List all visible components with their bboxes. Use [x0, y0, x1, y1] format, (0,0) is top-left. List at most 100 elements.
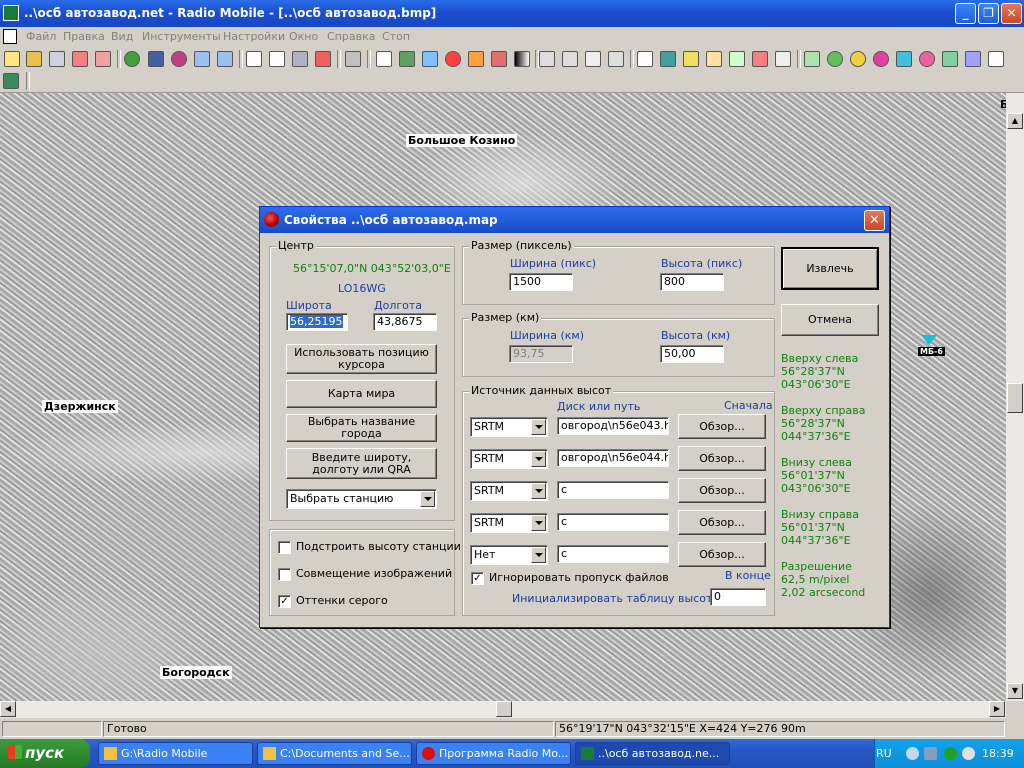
table-icon[interactable] [637, 51, 653, 67]
use-cursor-position-button[interactable]: Использовать позицию курсора [286, 344, 437, 374]
link-icon[interactable] [919, 51, 935, 67]
elevation-path-input-2[interactable]: овгород\n56e044.hgt [557, 449, 669, 467]
width-km-input[interactable]: 93,75 [509, 345, 573, 363]
landscape-icon[interactable] [422, 51, 438, 67]
dots-icon[interactable] [729, 51, 745, 67]
frame-icon[interactable] [562, 51, 578, 67]
station-marker[interactable]: МБ-6 [918, 335, 945, 356]
polar-icon[interactable] [850, 51, 866, 67]
network-tray-icon[interactable] [924, 747, 937, 760]
horizontal-scroll-thumb[interactable] [496, 701, 512, 717]
elevation-path-input-1[interactable]: овгород\n56e043.hgt [557, 417, 669, 435]
latitude-input[interactable]: 56,25195 [286, 313, 348, 331]
grid-icon[interactable] [585, 51, 601, 67]
person-icon[interactable] [683, 51, 699, 67]
scroll-right-icon[interactable]: ▶ [989, 701, 1005, 717]
cross-icon[interactable] [775, 51, 791, 67]
world-map-button[interactable]: Карта мира [286, 380, 437, 408]
merge-images-checkbox[interactable] [278, 568, 291, 581]
globe-icon[interactable] [124, 51, 140, 67]
network-icon[interactable] [72, 51, 88, 67]
add-unit-icon[interactable] [95, 51, 111, 67]
restore-button[interactable]: ❐ [978, 3, 999, 24]
cylinder-icon[interactable] [896, 51, 912, 67]
new-icon[interactable] [4, 51, 20, 67]
longitude-input[interactable]: 43,8675 [373, 313, 437, 331]
ruler-icon[interactable] [539, 51, 555, 67]
dialog-close-button[interactable]: ✕ [864, 210, 885, 231]
menu-window[interactable]: Окно [289, 30, 318, 43]
interference-icon[interactable] [873, 51, 889, 67]
clear-icon[interactable] [315, 51, 331, 67]
height-px-input[interactable]: 800 [660, 273, 724, 291]
dialog-titlebar[interactable]: Свойства ..\осб автозавод.map ✕ [260, 207, 889, 233]
menu-file[interactable]: Файл [26, 30, 56, 43]
radio-mobile-tool-icon[interactable] [3, 73, 19, 89]
menu-stop[interactable]: Стоп [382, 30, 410, 43]
profile-icon[interactable] [942, 51, 958, 67]
scroll-down-icon[interactable]: ▼ [1007, 683, 1023, 699]
menu-tools[interactable]: Инструменты [142, 30, 221, 43]
shield-tray-icon[interactable] [944, 747, 957, 760]
cross-red-icon[interactable] [752, 51, 768, 67]
coverage-icon[interactable] [827, 51, 843, 67]
minimize-button[interactable]: _ [955, 3, 976, 24]
elevation-path-input-5[interactable]: c [557, 545, 669, 563]
task-opera-program[interactable]: Программа Radio Mo... [416, 742, 571, 765]
browse-button-5[interactable]: Обзор... [678, 542, 766, 567]
dropdown-arrow-icon[interactable] [531, 483, 546, 499]
elevation-source-combo-4[interactable]: SRTM [470, 513, 548, 533]
dropdown-arrow-icon[interactable] [531, 419, 546, 435]
ignore-missing-files-checkbox[interactable]: ✓ [471, 572, 484, 585]
tray-arrow-icon[interactable] [906, 747, 919, 760]
scale-icon[interactable] [608, 51, 624, 67]
close-button[interactable]: ✕ [1001, 3, 1022, 24]
menu-help[interactable]: Справка [327, 30, 375, 43]
points-icon[interactable] [706, 51, 722, 67]
elevation-source-combo-3[interactable]: SRTM [470, 481, 548, 501]
scroll-left-icon[interactable]: ◀ [0, 701, 16, 717]
browse-button-4[interactable]: Обзор... [678, 510, 766, 535]
bars-icon[interactable] [988, 51, 1004, 67]
open-icon[interactable] [26, 51, 42, 67]
copy-icon[interactable] [269, 51, 285, 67]
target-icon[interactable] [171, 51, 187, 67]
print-icon[interactable] [345, 51, 361, 67]
elevation-source-combo-1[interactable]: SRTM [470, 417, 548, 437]
cancel-button[interactable]: Отмена [781, 304, 879, 336]
adjust-station-height-checkbox[interactable] [278, 541, 291, 554]
wave-icon[interactable] [965, 51, 981, 67]
radar-icon[interactable] [445, 51, 461, 67]
paste-icon[interactable] [376, 51, 392, 67]
elevation-path-input-3[interactable]: c [557, 481, 669, 499]
task-folder-radio-mobile[interactable]: G:\Radio Mobile [98, 742, 253, 765]
merge-icon[interactable] [399, 51, 415, 67]
antenna-icon[interactable] [804, 51, 820, 67]
vertical-scrollbar[interactable]: ▲ ▼ [1006, 93, 1024, 701]
task-documents[interactable]: C:\Documents and Se... [257, 742, 412, 765]
browse-button-3[interactable]: Обзор... [678, 478, 766, 503]
task-radio-mobile[interactable]: ..\осб автозавод.ne... [575, 742, 730, 765]
page-icon[interactable] [246, 51, 262, 67]
dropdown-arrow-icon[interactable] [531, 451, 546, 467]
volume-tray-icon[interactable] [962, 747, 975, 760]
height-km-input[interactable]: 50,00 [660, 345, 724, 363]
horizontal-scrollbar[interactable]: ◀ ▶ [0, 701, 1006, 718]
dropdown-arrow-icon[interactable] [420, 491, 435, 507]
browse-button-1[interactable]: Обзор... [678, 414, 766, 439]
disk-icon[interactable] [148, 51, 164, 67]
dropdown-arrow-icon[interactable] [531, 547, 546, 563]
save-icon[interactable] [49, 51, 65, 67]
grayscale-checkbox[interactable]: ✓ [278, 595, 291, 608]
menu-settings[interactable]: Настройки [223, 30, 285, 43]
init-elevation-table-input[interactable]: 0 [710, 588, 766, 606]
select-city-button[interactable]: Выбрать название города [286, 414, 437, 442]
menu-view[interactable]: Вид [111, 30, 133, 43]
elevation-icon[interactable] [468, 51, 484, 67]
elevation-source-combo-5[interactable]: Нет [470, 545, 548, 565]
arrow-left-icon[interactable] [194, 51, 210, 67]
elevation-path-input-4[interactable]: c [557, 513, 669, 531]
language-indicator[interactable]: RU [876, 747, 892, 760]
menu-edit[interactable]: Правка [63, 30, 105, 43]
grayscale-icon[interactable] [514, 51, 530, 67]
